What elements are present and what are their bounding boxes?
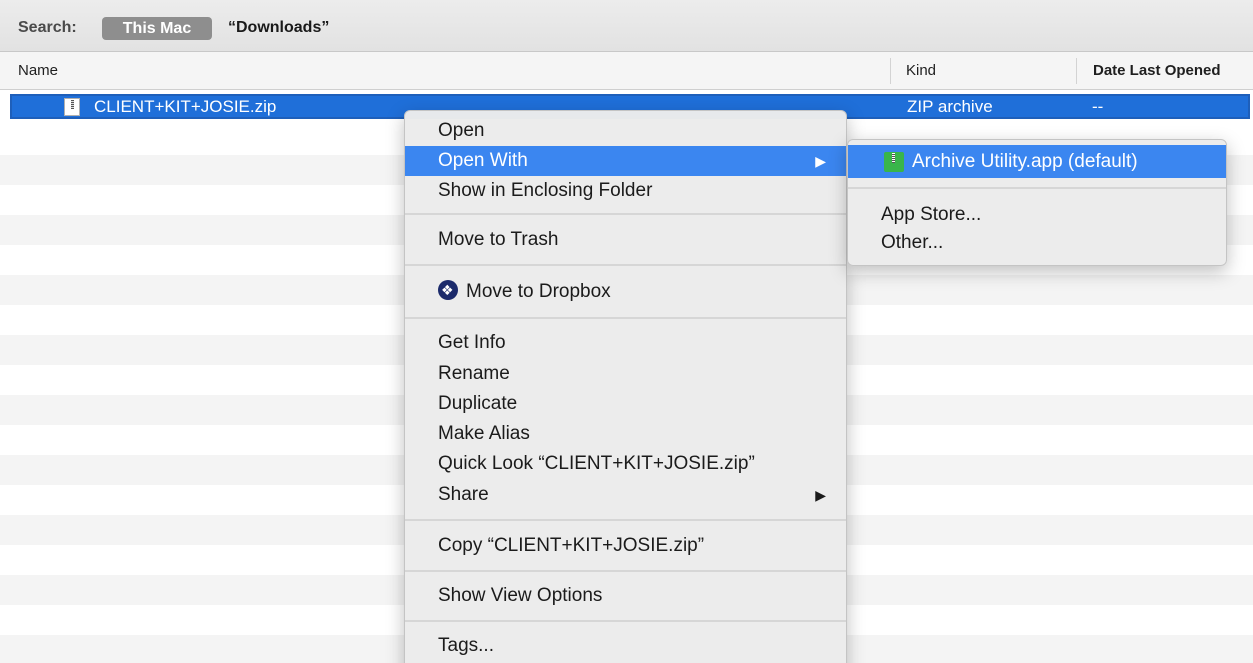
menu-separator [405,620,846,622]
menu-item-label: Get Info [438,332,506,353]
submenu-item-other[interactable]: Other... [848,226,1226,259]
menu-item-tags[interactable]: Tags... [405,631,846,661]
menu-item-label: Move to Dropbox [466,281,611,302]
column-kind[interactable]: Kind [906,52,936,90]
submenu-arrow-icon: ▶ [815,487,826,503]
column-name[interactable]: Name [18,52,58,90]
file-name: CLIENT+KIT+JOSIE.zip [94,97,277,116]
submenu-arrow-icon: ▶ [815,153,826,169]
menu-item-show-in-enclosing-folder[interactable]: Show in Enclosing Folder [405,176,846,206]
scope-downloads-button[interactable]: “Downloads” [228,19,329,37]
menu-item-label: Rename [438,363,510,384]
menu-separator [848,187,1226,189]
menu-item-label: Make Alias [438,423,530,444]
menu-item-label: Copy “CLIENT+KIT+JOSIE.zip” [438,535,705,556]
menu-separator [405,317,846,319]
submenu-item-label: App Store... [881,204,982,225]
menu-item-move-to-trash[interactable]: Move to Trash [405,225,846,255]
menu-item-label: Tags... [438,635,494,656]
menu-item-label: Open With [438,150,528,171]
search-scope-bar: Search: This Mac “Downloads” [0,0,1253,52]
menu-item-move-to-dropbox[interactable]: Move to Dropbox [405,277,846,307]
zip-file-icon [64,98,80,116]
menu-item-label: Show in Enclosing Folder [438,180,653,201]
menu-item-rename[interactable]: Rename [405,359,846,389]
menu-item-label: Quick Look “CLIENT+KIT+JOSIE.zip” [438,453,755,474]
finder-window: Search: This Mac “Downloads” Name Kind D… [0,0,1253,663]
menu-item-open-with[interactable]: Open With ▶ [405,146,846,176]
archive-utility-icon [884,152,904,172]
menu-separator [405,213,846,215]
menu-item-label: Show View Options [438,585,603,606]
menu-item-label: Move to Trash [438,229,559,250]
menu-item-label: Duplicate [438,393,518,414]
menu-item-label: Share [438,484,489,505]
dropbox-icon [438,280,458,300]
submenu-item-label: Archive Utility.app (default) [912,151,1138,172]
search-label: Search: [18,19,77,36]
menu-separator [405,264,846,266]
menu-item-copy[interactable]: Copy “CLIENT+KIT+JOSIE.zip” [405,531,846,561]
menu-separator [405,519,846,521]
context-menu: Open Open With ▶ Show in Enclosing Folder… [404,110,847,663]
menu-item-open[interactable]: Open [405,116,846,146]
file-kind: ZIP archive [907,97,993,116]
column-divider[interactable] [890,58,891,84]
menu-item-duplicate[interactable]: Duplicate [405,389,846,419]
menu-item-quick-look[interactable]: Quick Look “CLIENT+KIT+JOSIE.zip” [405,449,846,479]
open-with-submenu: Archive Utility.app (default) App Store.… [847,139,1227,266]
menu-separator [405,570,846,572]
column-divider[interactable] [1076,58,1077,84]
menu-item-show-view-options[interactable]: Show View Options [405,581,846,611]
menu-item-share[interactable]: Share ▶ [405,480,846,510]
column-header: Name Kind Date Last Opened [0,52,1253,90]
submenu-item-archive-utility[interactable]: Archive Utility.app (default) [848,145,1226,178]
file-date-last-opened: -- [1092,97,1104,116]
column-date-last-opened[interactable]: Date Last Opened [1093,52,1221,90]
menu-item-label: Open [438,120,485,141]
submenu-item-label: Other... [881,232,944,253]
scope-this-mac-button[interactable]: This Mac [102,17,212,40]
menu-item-get-info[interactable]: Get Info [405,328,846,358]
menu-item-make-alias[interactable]: Make Alias [405,419,846,449]
